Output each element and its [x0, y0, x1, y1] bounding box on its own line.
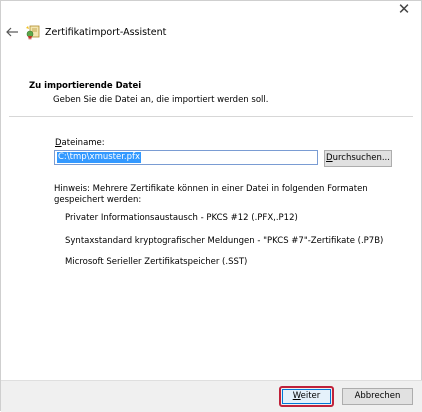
- format-item-pkcs7: Syntaxstandard kryptografischer Meldunge…: [65, 236, 384, 246]
- arrow-left-icon[interactable]: [5, 25, 19, 39]
- header-area: [9, 69, 413, 117]
- wizard-title: Zertifikatimport-Assistent: [45, 27, 167, 38]
- next-accesskey: W: [292, 391, 301, 401]
- cancel-button[interactable]: Abbrechen: [342, 388, 413, 405]
- wizard-window: ✕ Zertifikatimport-Assistent Zu importie…: [0, 0, 422, 412]
- next-label: eiter: [300, 391, 321, 401]
- filename-label-text: ateiname:: [61, 138, 105, 148]
- format-item-sst: Microsoft Serieller Zertifikatspeicher (…: [65, 257, 248, 267]
- browse-label: urchsuchen...: [332, 153, 390, 163]
- section-subtitle: Geben Sie die Datei an, die importiert w…: [53, 95, 269, 105]
- format-item-pkcs12: Privater Informationsaustausch - PKCS #1…: [65, 213, 298, 223]
- certificate-wizard-icon: [25, 24, 41, 40]
- filename-value: C:\tmp\xmuster.pfx: [57, 152, 142, 163]
- filename-input[interactable]: C:\tmp\xmuster.pfx: [54, 150, 318, 165]
- browse-button[interactable]: Durchsuchen...: [324, 150, 392, 167]
- close-icon[interactable]: ✕: [395, 2, 413, 18]
- section-title: Zu importierende Datei: [29, 81, 142, 91]
- hint-text: Hinweis: Mehrere Zertifikate können in e…: [54, 184, 368, 205]
- next-button[interactable]: Weiter: [282, 389, 331, 404]
- filename-label: Dateiname:: [55, 138, 105, 148]
